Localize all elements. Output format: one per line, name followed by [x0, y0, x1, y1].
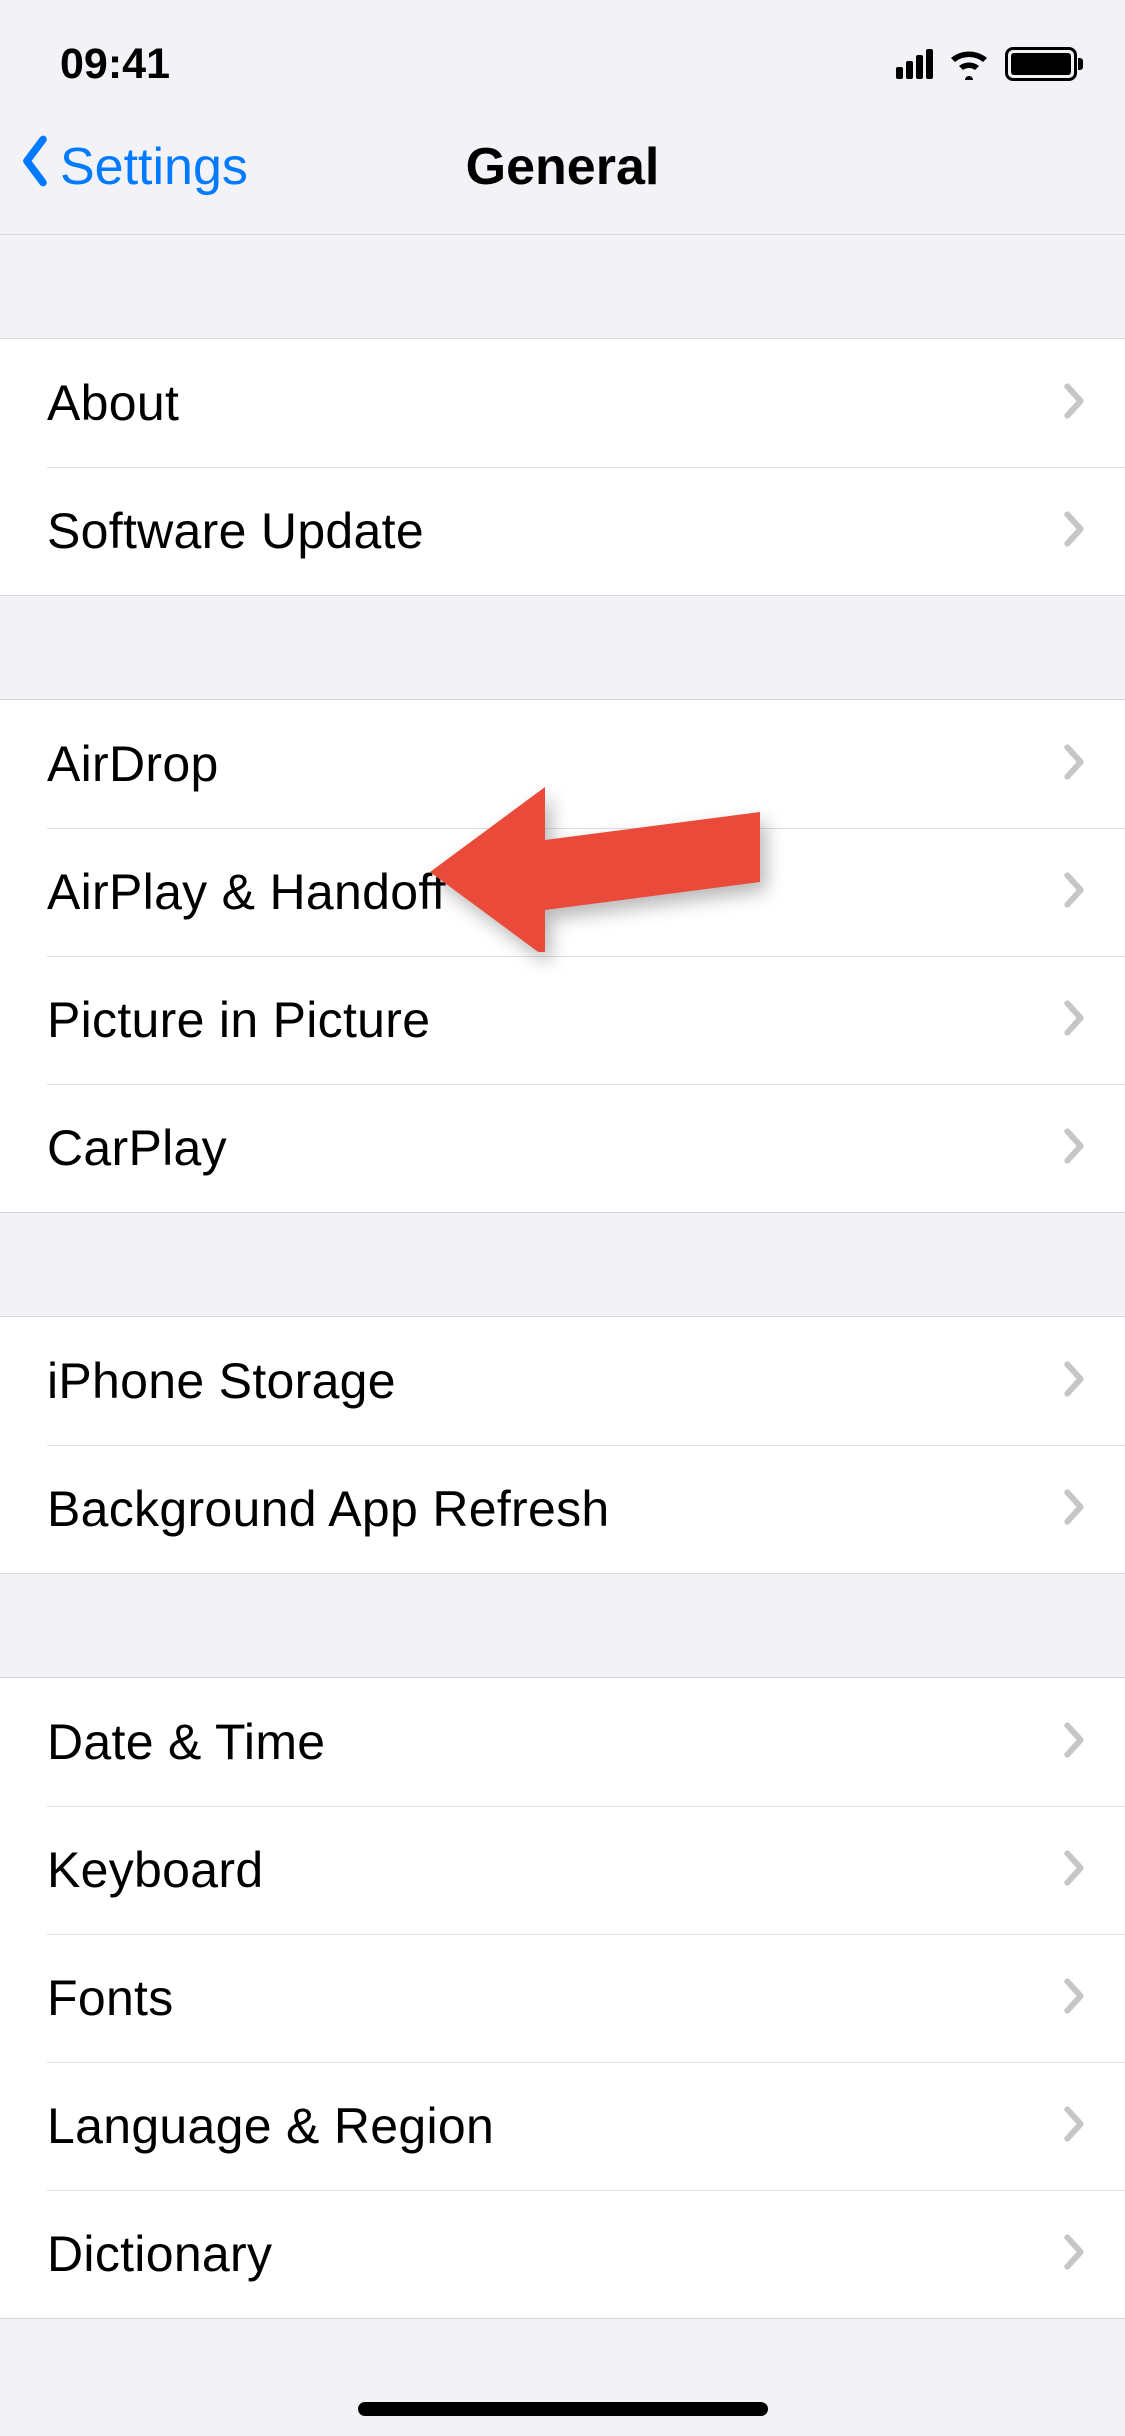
group-spacer [0, 1574, 1125, 1677]
group-1: About Software Update [0, 338, 1125, 596]
row-label: About [47, 374, 179, 432]
chevron-right-icon [1061, 1126, 1087, 1171]
chevron-right-icon [1061, 998, 1087, 1043]
row-dictionary[interactable]: Dictionary [0, 2190, 1125, 2318]
nav-bar: Settings General [0, 100, 1125, 235]
chevron-right-icon [1061, 1359, 1087, 1404]
row-airplay-handoff[interactable]: AirPlay & Handoff [0, 828, 1125, 956]
row-label: Software Update [47, 502, 424, 560]
chevron-right-icon [1061, 742, 1087, 787]
chevron-left-icon [16, 134, 54, 201]
row-about[interactable]: About [0, 339, 1125, 467]
page-title: General [466, 137, 660, 197]
status-right [896, 47, 1077, 81]
row-label: iPhone Storage [47, 1352, 396, 1410]
content: About Software Update AirDrop AirPlay & … [0, 235, 1125, 2319]
row-label: CarPlay [47, 1119, 227, 1177]
chevron-right-icon [1061, 381, 1087, 426]
chevron-right-icon [1061, 1720, 1087, 1765]
group-3: iPhone Storage Background App Refresh [0, 1316, 1125, 1574]
battery-icon [1005, 47, 1077, 81]
back-button[interactable]: Settings [16, 134, 248, 201]
chevron-right-icon [1061, 1487, 1087, 1532]
group-spacer [0, 596, 1125, 699]
row-keyboard[interactable]: Keyboard [0, 1806, 1125, 1934]
row-fonts[interactable]: Fonts [0, 1934, 1125, 2062]
status-time: 09:41 [60, 40, 170, 89]
chevron-right-icon [1061, 2232, 1087, 2277]
row-iphone-storage[interactable]: iPhone Storage [0, 1317, 1125, 1445]
back-label: Settings [60, 137, 248, 197]
row-airdrop[interactable]: AirDrop [0, 700, 1125, 828]
chevron-right-icon [1061, 870, 1087, 915]
row-label: AirPlay & Handoff [47, 863, 446, 921]
row-label: Dictionary [47, 2225, 272, 2283]
row-carplay[interactable]: CarPlay [0, 1084, 1125, 1212]
row-date-time[interactable]: Date & Time [0, 1678, 1125, 1806]
home-indicator[interactable] [358, 2402, 768, 2416]
row-picture-in-picture[interactable]: Picture in Picture [0, 956, 1125, 1084]
row-language-region[interactable]: Language & Region [0, 2062, 1125, 2190]
chevron-right-icon [1061, 2104, 1087, 2149]
chevron-right-icon [1061, 1976, 1087, 2021]
status-bar: 09:41 [0, 0, 1125, 100]
group-4: Date & Time Keyboard Fonts Language & Re… [0, 1677, 1125, 2319]
group-spacer [0, 235, 1125, 338]
row-label: Language & Region [47, 2097, 494, 2155]
row-background-app-refresh[interactable]: Background App Refresh [0, 1445, 1125, 1573]
row-label: AirDrop [47, 735, 219, 793]
row-label: Picture in Picture [47, 991, 430, 1049]
wifi-icon [947, 48, 991, 80]
row-software-update[interactable]: Software Update [0, 467, 1125, 595]
row-label: Fonts [47, 1969, 174, 2027]
group-spacer [0, 1213, 1125, 1316]
chevron-right-icon [1061, 509, 1087, 554]
cell-signal-icon [896, 49, 933, 79]
row-label: Date & Time [47, 1713, 325, 1771]
row-label: Background App Refresh [47, 1480, 610, 1538]
row-label: Keyboard [47, 1841, 263, 1899]
chevron-right-icon [1061, 1848, 1087, 1893]
group-2: AirDrop AirPlay & Handoff Picture in Pic… [0, 699, 1125, 1213]
